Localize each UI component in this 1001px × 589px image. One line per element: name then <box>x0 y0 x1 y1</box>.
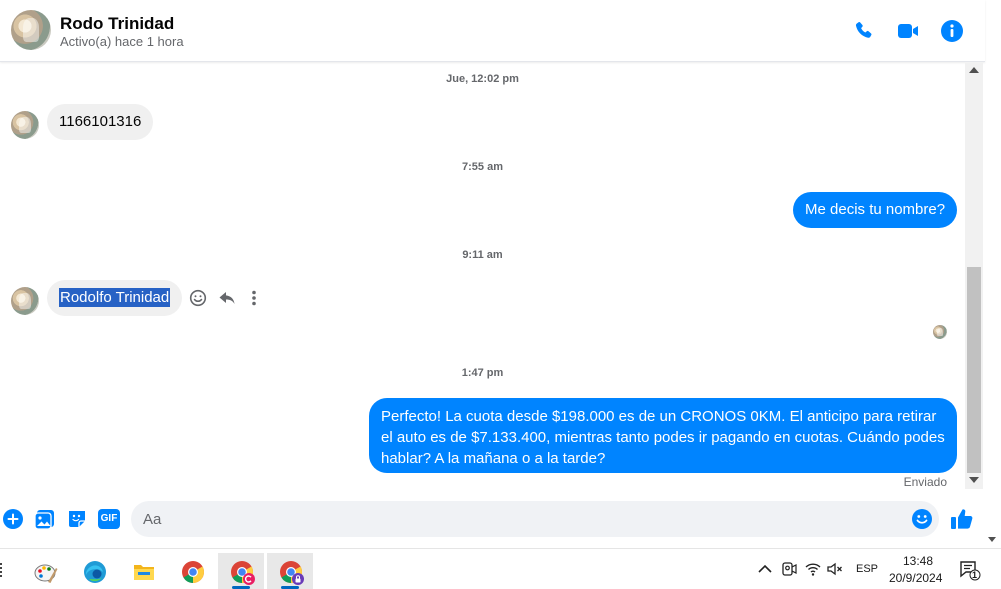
windows-taskbar: ESP 13:48 20/9/2024 1 <box>0 548 1001 589</box>
chevron-up-icon[interactable] <box>756 560 774 578</box>
scroll-up-arrow[interactable] <box>969 67 979 73</box>
gif-label: GIF <box>100 513 118 524</box>
message-incoming[interactable]: 1166101316 <box>47 104 154 140</box>
message-outgoing[interactable]: Perfecto! La cuota desde $198.000 es de … <box>369 398 957 473</box>
timestamp: 9:11 am <box>462 249 503 261</box>
wifi-icon[interactable] <box>804 560 822 578</box>
selected-text[interactable]: Rodolfo Trinidad <box>59 288 171 307</box>
notifications-icon[interactable] <box>959 559 981 581</box>
message-input[interactable] <box>143 501 903 537</box>
chrome-profile-lock-icon <box>280 561 304 585</box>
file-explorer-icon <box>134 565 154 580</box>
volume-muted-icon[interactable] <box>826 560 844 578</box>
add-icon[interactable] <box>2 508 24 530</box>
sender-avatar[interactable] <box>11 287 39 315</box>
clock-date[interactable]: 20/9/2024 <box>889 571 942 585</box>
composer-bar: GIF <box>0 496 985 542</box>
message-actions <box>189 288 269 308</box>
react-emoji-icon[interactable] <box>189 289 207 307</box>
taskbar-app-chrome-profile-lock[interactable] <box>267 553 313 589</box>
paint-icon <box>34 564 58 583</box>
video-icon[interactable] <box>896 19 920 43</box>
info-icon[interactable] <box>940 19 964 43</box>
contact-avatar[interactable] <box>11 10 51 50</box>
scroll-thumb[interactable] <box>967 267 981 473</box>
emoji-icon[interactable] <box>911 508 933 530</box>
scroll-down-arrow[interactable] <box>969 477 979 483</box>
more-options-icon[interactable] <box>249 289 259 307</box>
clock-time[interactable]: 13:48 <box>903 554 933 568</box>
taskbar-edge <box>0 563 3 577</box>
reply-icon[interactable] <box>218 289 236 307</box>
contact-status: Activo(a) hace 1 hora <box>60 34 184 49</box>
camera-in-use-icon[interactable] <box>780 560 798 578</box>
chat-header: Rodo Trinidad Activo(a) hace 1 hora <box>0 0 985 62</box>
sticker-icon[interactable] <box>66 508 88 530</box>
sender-avatar[interactable] <box>11 111 39 139</box>
like-icon[interactable] <box>950 507 974 531</box>
message-input-container <box>131 501 939 537</box>
taskbar-app-paint[interactable] <box>22 553 68 589</box>
page-scroll-down-arrow[interactable] <box>988 537 996 542</box>
messenger-window: Rodo Trinidad Activo(a) hace 1 hora Jue,… <box>0 0 1001 589</box>
timestamp: 1:47 pm <box>461 367 504 379</box>
taskbar-app-edge[interactable] <box>71 553 117 589</box>
message-thread: Jue, 12:02 pm 1166101316 7:55 am Me deci… <box>0 63 965 492</box>
message-scrollbar[interactable] <box>965 63 983 489</box>
taskbar-app-chrome-profile-c[interactable] <box>218 553 264 589</box>
phone-icon[interactable] <box>852 19 876 43</box>
photo-icon[interactable] <box>34 508 56 530</box>
timestamp: 7:55 am <box>462 161 503 173</box>
contact-name[interactable]: Rodo Trinidad <box>60 14 174 34</box>
notification-count: 1 <box>972 570 978 580</box>
edge-icon <box>84 561 106 583</box>
taskbar-app-chrome[interactable] <box>169 553 215 589</box>
gif-icon[interactable]: GIF <box>98 509 120 529</box>
seen-receipt-avatar <box>933 325 947 339</box>
message-outgoing[interactable]: Me decis tu nombre? <box>793 192 958 228</box>
taskbar-app-file-explorer[interactable] <box>120 553 166 589</box>
sent-status: Enviado <box>903 475 947 489</box>
chrome-profile-c-icon <box>231 561 255 585</box>
timestamp: Jue, 12:02 pm <box>446 73 519 85</box>
language-indicator[interactable]: ESP <box>856 563 878 575</box>
chrome-icon <box>182 561 204 583</box>
message-incoming-selected[interactable]: Rodolfo Trinidad <box>47 280 183 316</box>
